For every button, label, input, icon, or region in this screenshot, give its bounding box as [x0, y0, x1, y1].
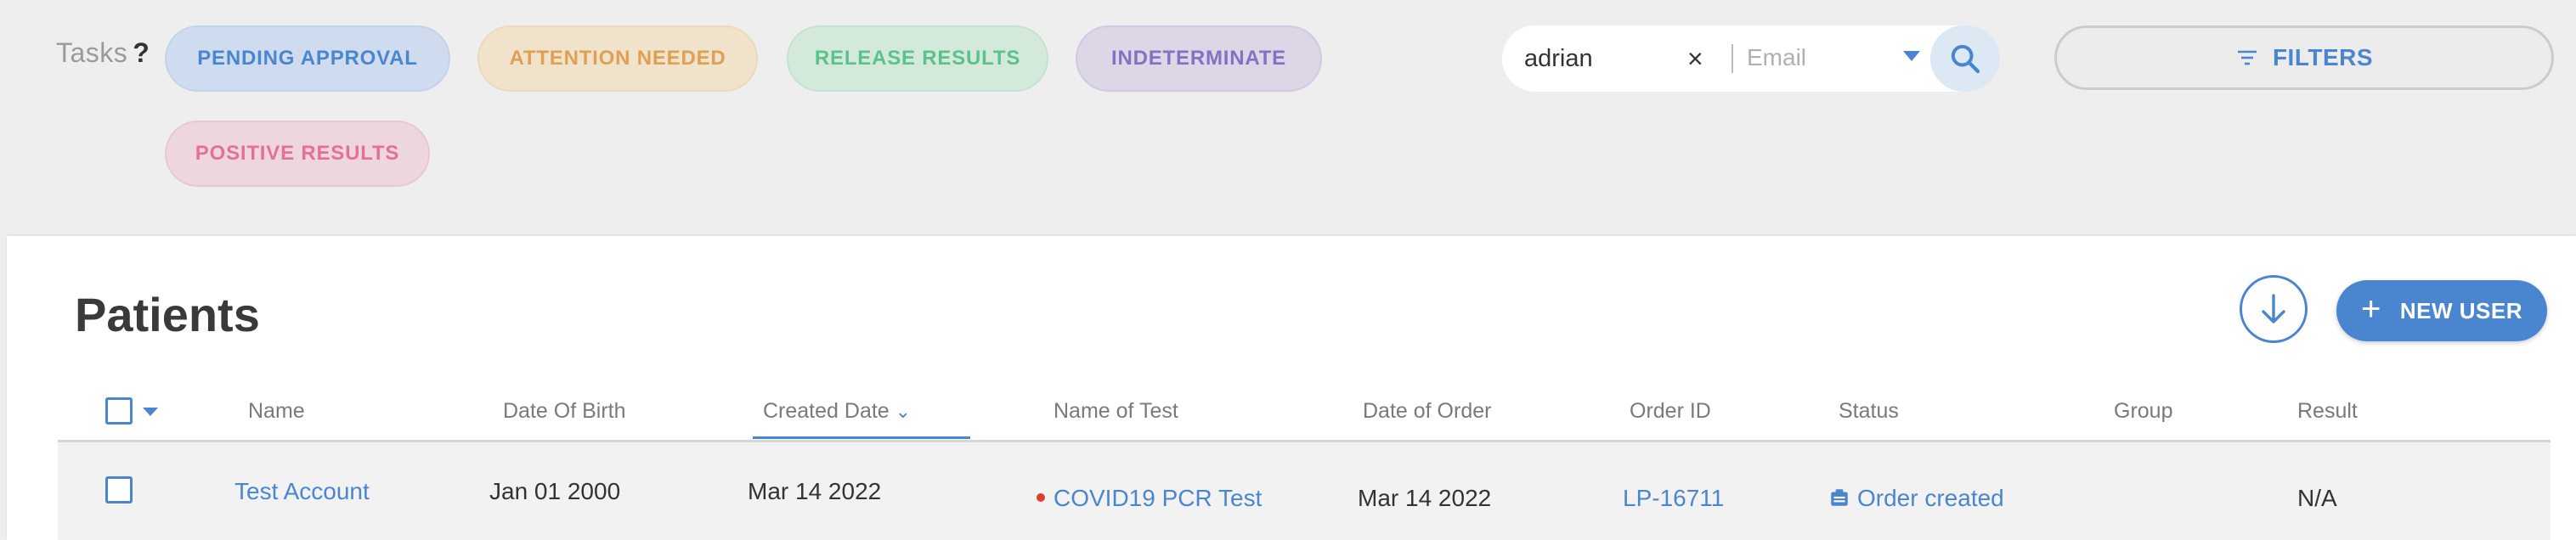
filters-button[interactable]: FILTERS: [2054, 25, 2554, 90]
page-title: Patients: [75, 288, 260, 341]
filter-icon: [2237, 50, 2257, 65]
patients-panel: Patients + NEW USER Name Date Of Birth C…: [7, 236, 2576, 540]
sort-desc-icon: ⌄: [895, 401, 912, 422]
positive-results-chip[interactable]: POSITIVE RESULTS: [165, 121, 430, 187]
tasks-label-text: Tasks: [56, 37, 128, 68]
new-user-button[interactable]: + NEW USER: [2336, 280, 2547, 341]
column-header-status[interactable]: Status: [1839, 399, 1899, 424]
column-header-order-id[interactable]: Order ID: [1630, 399, 1711, 424]
release-results-chip[interactable]: RELEASE RESULTS: [787, 25, 1048, 92]
plus-icon: +: [2361, 290, 2381, 328]
column-header-dob[interactable]: Date Of Birth: [503, 399, 626, 424]
status-text[interactable]: Order created: [1857, 485, 2004, 511]
clipboard-icon: [1831, 488, 1848, 506]
indeterminate-chip[interactable]: INDETERMINATE: [1076, 25, 1322, 92]
result-cell: N/A: [2297, 485, 2337, 511]
select-all-checkbox[interactable]: [105, 397, 133, 425]
test-name-link[interactable]: COVID19 PCR Test: [1054, 485, 1262, 511]
search-divider: [1731, 44, 1733, 73]
status-dot-icon: [1037, 492, 1045, 502]
chevron-down-icon[interactable]: [1903, 51, 1920, 61]
column-header-created-label: Created Date: [763, 399, 890, 423]
column-header-name[interactable]: Name: [248, 399, 305, 424]
new-user-label: NEW USER: [2399, 297, 2522, 323]
table-row[interactable]: Test Account Jan 01 2000 Mar 14 2022 COV…: [58, 442, 2551, 540]
search-input[interactable]: [1522, 41, 1704, 76]
filters-label: FILTERS: [2272, 44, 2374, 70]
dob-cell: Jan 01 2000: [489, 478, 621, 504]
tasks-label: Tasks?: [56, 37, 150, 69]
select-options-chevron-icon[interactable]: [143, 408, 158, 416]
column-header-test[interactable]: Name of Test: [1054, 399, 1178, 424]
pending-approval-chip[interactable]: PENDING APPROVAL: [165, 25, 450, 92]
attention-needed-chip[interactable]: ATTENTION NEEDED: [477, 25, 758, 92]
search-icon: [1951, 44, 1980, 74]
order-id-link[interactable]: LP-16711: [1623, 485, 1724, 512]
search-bar: × Email: [1502, 25, 2000, 92]
table-header: Name Date Of Birth Created Date ⌄ Name o…: [58, 380, 2551, 442]
row-checkbox[interactable]: [105, 476, 133, 503]
created-date-cell: Mar 14 2022: [748, 478, 882, 504]
download-arrow-icon: [2262, 294, 2285, 323]
patient-name-link[interactable]: Test Account: [234, 478, 370, 505]
column-header-order-date[interactable]: Date of Order: [1363, 399, 1491, 424]
sort-indicator-underline: [753, 436, 970, 439]
column-header-result[interactable]: Result: [2297, 399, 2358, 424]
status-cell: Order created: [1828, 485, 2004, 512]
tasks-help-icon[interactable]: ?: [133, 37, 150, 68]
search-button[interactable]: [1930, 25, 2000, 92]
top-bar: Tasks? PENDING APPROVAL ATTENTION NEEDED…: [0, 0, 2576, 236]
download-button[interactable]: [2240, 275, 2308, 343]
search-field-select[interactable]: Email: [1747, 44, 1806, 71]
order-date-cell: Mar 14 2022: [1358, 485, 1492, 511]
column-header-created-date[interactable]: Created Date ⌄: [763, 399, 911, 424]
test-name-cell: COVID19 PCR Test: [1037, 485, 1262, 512]
clear-icon[interactable]: ×: [1687, 42, 1703, 75]
column-header-group[interactable]: Group: [2114, 399, 2172, 424]
